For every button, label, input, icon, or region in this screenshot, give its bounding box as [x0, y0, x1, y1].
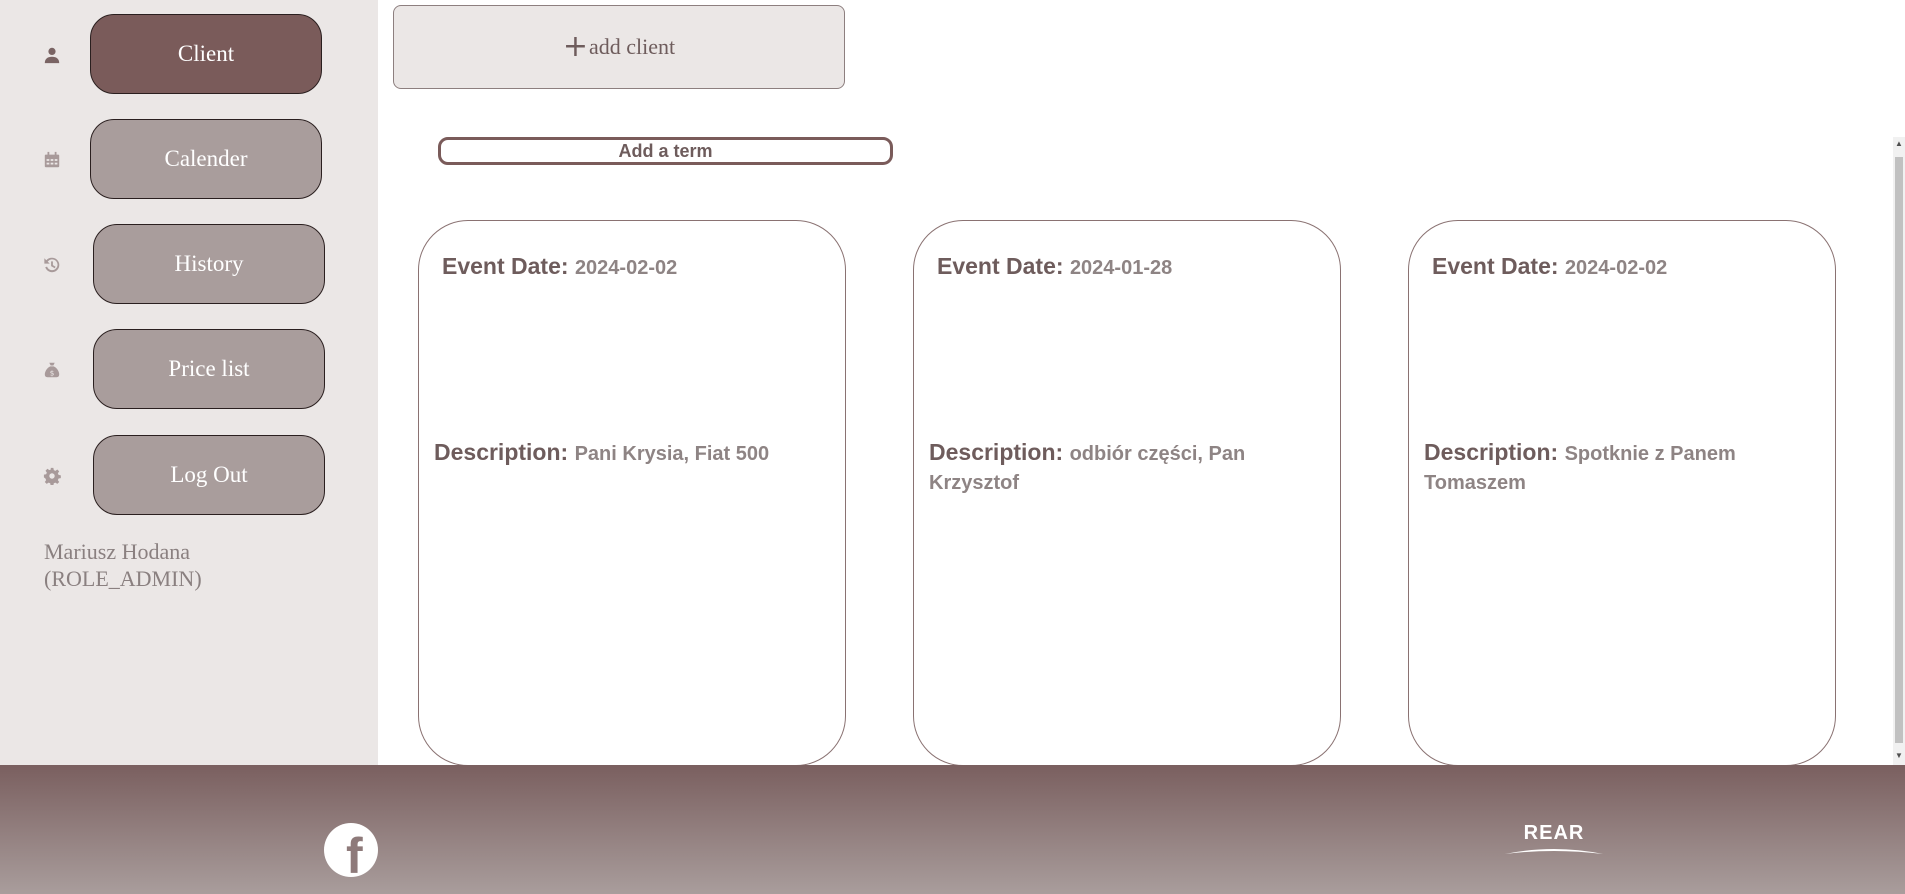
- facebook-icon[interactable]: f: [324, 823, 378, 877]
- rear-logo: REAR: [1505, 822, 1603, 856]
- add-client-label: add client: [589, 34, 676, 59]
- event-date-value: 2024-01-28: [1069, 257, 1173, 279]
- event-card: Event Date: 2024-02-02 Description: Spot…: [1408, 220, 1836, 766]
- description-label: Description:: [1424, 439, 1559, 465]
- add-term-button[interactable]: Add a term: [438, 137, 893, 165]
- user-role: (ROLE_ADMIN): [44, 566, 202, 591]
- client-button[interactable]: Client: [90, 14, 322, 94]
- logo-text: REAR: [1523, 822, 1585, 844]
- logo-swoosh: [1505, 849, 1603, 854]
- event-description: Description: Spotknie z Panem Tomaszem: [1424, 439, 1811, 497]
- sidebar-item-history: History: [0, 224, 378, 306]
- event-date-label: Event Date:: [442, 253, 569, 279]
- svg-text:$: $: [50, 368, 55, 377]
- add-client-button[interactable]: + add client: [393, 5, 845, 89]
- sidebar: Client Calender History $ Price list Log…: [0, 0, 378, 765]
- event-date-value: 2024-02-02: [574, 257, 678, 279]
- event-card: Event Date: 2024-01-28 Description: odbi…: [913, 220, 1341, 766]
- history-icon: [42, 254, 62, 276]
- sidebar-item-calender: Calender: [0, 119, 378, 201]
- event-date: Event Date: 2024-02-02: [442, 253, 677, 280]
- user-icon: [42, 44, 62, 66]
- event-date: Event Date: 2024-01-28: [937, 253, 1172, 280]
- event-date-value: 2024-02-02: [1564, 257, 1668, 279]
- gear-icon: [42, 465, 62, 487]
- vertical-scrollbar[interactable]: ▲ ▼: [1893, 137, 1905, 765]
- user-name: Mariusz Hodana: [44, 539, 191, 564]
- description-value: Pani Krysia, Fiat 500: [574, 443, 770, 465]
- description-label: Description:: [434, 439, 569, 465]
- scrollbar-thumb[interactable]: [1895, 157, 1903, 743]
- log-out-button[interactable]: Log Out: [93, 435, 325, 515]
- event-date-label: Event Date:: [937, 253, 1064, 279]
- scroll-up-icon[interactable]: ▲: [1895, 139, 1903, 149]
- event-date: Event Date: 2024-02-02: [1432, 253, 1667, 280]
- current-user: Mariusz Hodana (ROLE_ADMIN): [44, 538, 202, 592]
- event-description: Description: odbiór części, Pan Krzyszto…: [929, 439, 1316, 497]
- event-date-label: Event Date:: [1432, 253, 1559, 279]
- price-list-button[interactable]: Price list: [93, 329, 325, 409]
- event-card: Event Date: 2024-02-02 Description: Pani…: [418, 220, 846, 766]
- calendar-icon: [42, 149, 62, 171]
- money-bag-icon: $: [42, 359, 62, 381]
- calender-button[interactable]: Calender: [90, 119, 322, 199]
- history-button[interactable]: History: [93, 224, 325, 304]
- plus-icon: +: [562, 29, 588, 64]
- footer: [0, 765, 1905, 894]
- event-description: Description: Pani Krysia, Fiat 500: [434, 439, 821, 468]
- sidebar-item-log-out: Log Out: [0, 435, 378, 517]
- sidebar-item-client: Client: [0, 14, 378, 96]
- description-label: Description:: [929, 439, 1064, 465]
- scroll-down-icon[interactable]: ▼: [1895, 751, 1903, 761]
- sidebar-item-price-list: $ Price list: [0, 329, 378, 411]
